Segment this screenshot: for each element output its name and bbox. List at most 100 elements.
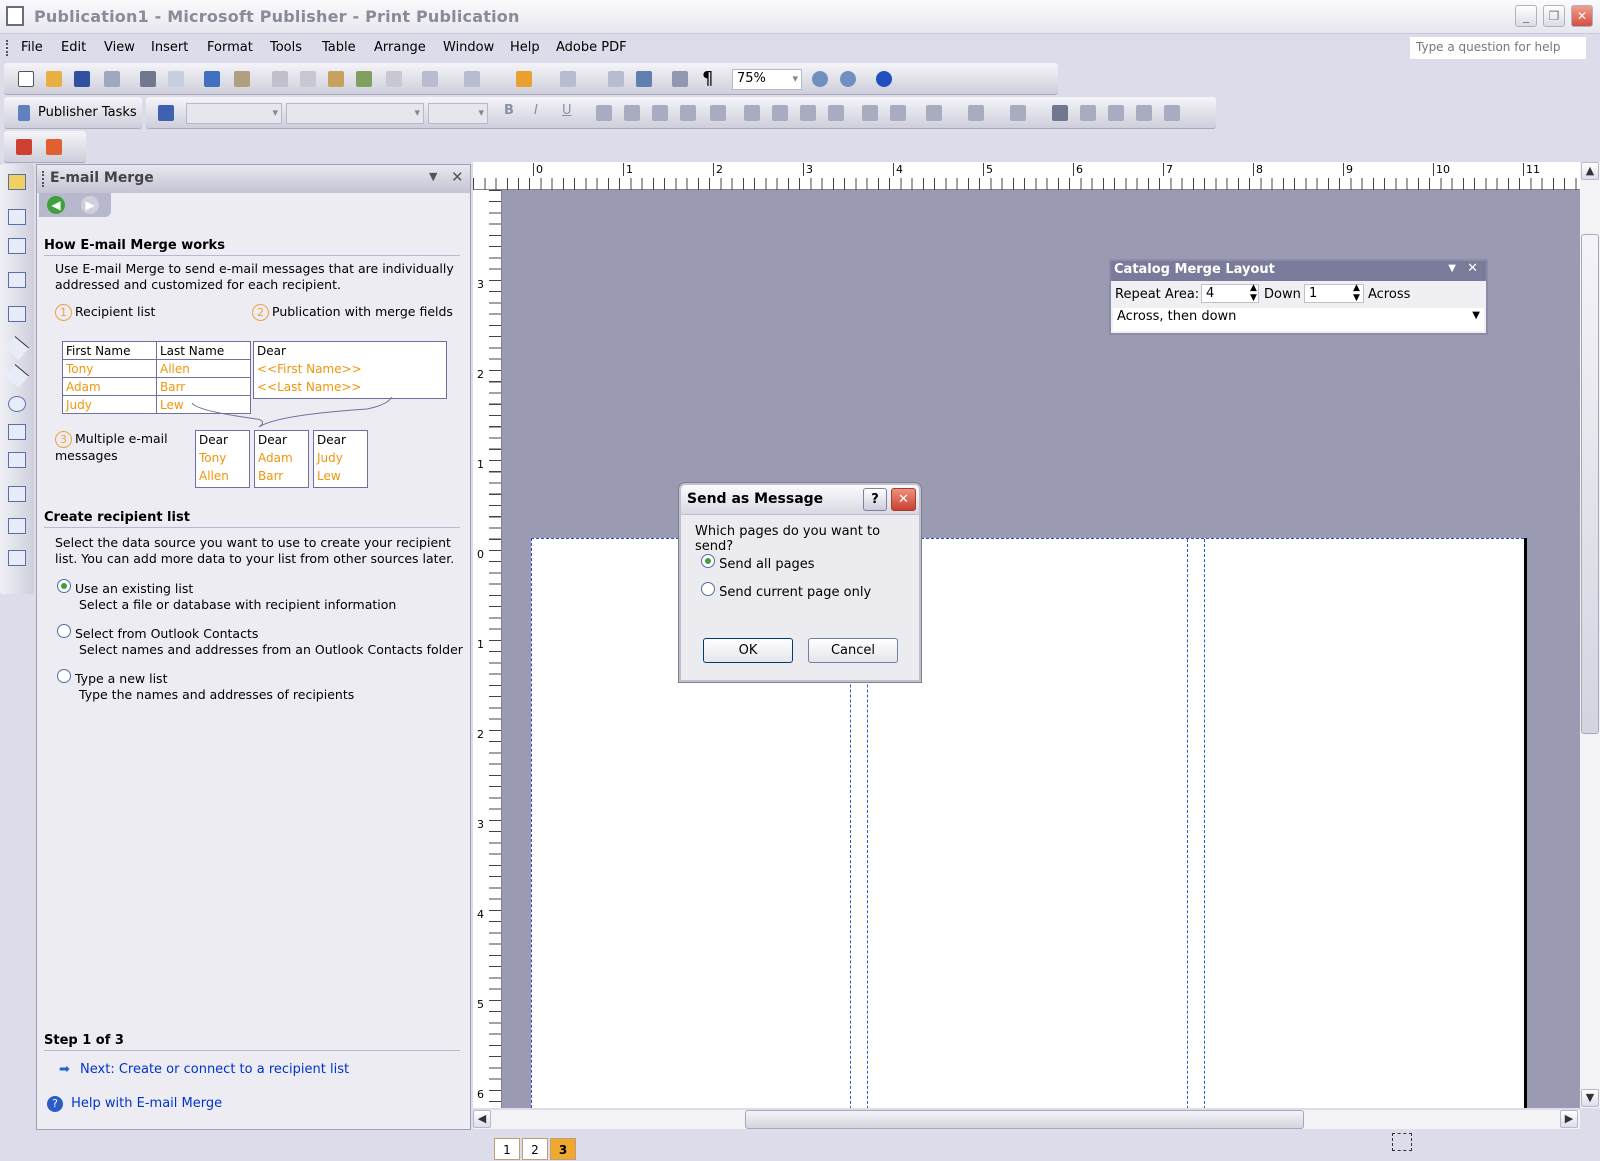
- pane-menu-dropdown[interactable]: ▼: [429, 170, 437, 183]
- across-spinner[interactable]: ▲ ▼: [1353, 283, 1360, 303]
- menu-view[interactable]: View: [104, 40, 135, 55]
- pdf-email-icon[interactable]: [46, 139, 62, 155]
- insert-object-icon[interactable]: [356, 71, 372, 87]
- radio-new-list[interactable]: [57, 669, 71, 683]
- vertical-ruler[interactable]: 3 2 1 0 1 2 3 4 5 6: [473, 190, 502, 1108]
- spelling-icon[interactable]: [204, 71, 220, 87]
- rotate-icon[interactable]: [560, 71, 576, 87]
- grip-handle[interactable]: [6, 40, 9, 56]
- option-outlook-contacts[interactable]: Select from Outlook Contacts: [57, 624, 258, 642]
- oval-icon[interactable]: [8, 396, 26, 412]
- menu-edit[interactable]: Edit: [61, 40, 86, 55]
- align-right-icon[interactable]: [652, 105, 668, 121]
- columns-icon[interactable]: [672, 71, 688, 87]
- scroll-right-button[interactable]: ▶: [1560, 1110, 1578, 1128]
- save-icon[interactable]: [74, 71, 90, 87]
- font-size-select[interactable]: [428, 103, 488, 124]
- increase-indent-icon[interactable]: [828, 105, 844, 121]
- arrow-style-icon[interactable]: [1108, 105, 1124, 121]
- italic-icon[interactable]: I: [534, 103, 538, 118]
- scroll-up-button[interactable]: ▲: [1581, 162, 1599, 180]
- menu-help[interactable]: Help: [510, 40, 540, 55]
- cancel-button[interactable]: Cancel: [808, 638, 898, 663]
- autoshapes-icon[interactable]: [8, 452, 26, 468]
- help-icon[interactable]: [876, 71, 892, 87]
- style-select[interactable]: [186, 103, 282, 124]
- minimize-button[interactable]: _: [1515, 5, 1537, 27]
- insert-table-icon[interactable]: [8, 238, 26, 254]
- picture-frame-icon[interactable]: [8, 306, 26, 322]
- 3d-style-icon[interactable]: [1164, 105, 1180, 121]
- convert-to-pdf-icon[interactable]: [16, 139, 32, 155]
- option-send-all[interactable]: Send all pages: [701, 554, 815, 572]
- decrease-font-icon[interactable]: [862, 105, 878, 121]
- fill-color-icon[interactable]: [926, 105, 942, 121]
- line-icon[interactable]: [4, 336, 30, 360]
- line-style-icon[interactable]: [1052, 105, 1068, 121]
- menu-file[interactable]: File: [21, 40, 43, 55]
- vertical-scrollbar[interactable]: ▲ ▼: [1580, 162, 1600, 1108]
- menu-tools[interactable]: Tools: [270, 40, 302, 55]
- scroll-left-button[interactable]: ◀: [473, 1110, 491, 1128]
- option-existing-list[interactable]: Use an existing list: [57, 579, 193, 597]
- find-icon[interactable]: [636, 71, 652, 87]
- menu-table[interactable]: Table: [322, 40, 356, 55]
- shadow-style-icon[interactable]: [1136, 105, 1152, 121]
- numbering-icon[interactable]: [744, 105, 760, 121]
- page-tab-3[interactable]: 3: [550, 1138, 576, 1160]
- horizontal-scroll-thumb[interactable]: [745, 1110, 1304, 1129]
- restore-button[interactable]: ❐: [1543, 5, 1565, 27]
- radio-send-all[interactable]: [701, 554, 715, 568]
- print-preview-icon[interactable]: [168, 71, 184, 87]
- arrow-icon[interactable]: [4, 364, 30, 388]
- help-merge[interactable]: ? Help with E-mail Merge: [47, 1096, 222, 1112]
- menu-adobe-pdf[interactable]: Adobe PDF: [556, 40, 627, 55]
- align-center-icon[interactable]: [624, 105, 640, 121]
- down-spinner[interactable]: ▲ ▼: [1250, 283, 1257, 303]
- justify-icon[interactable]: [680, 105, 696, 121]
- underline-icon[interactable]: U: [562, 103, 572, 118]
- forward-icon[interactable]: ▶: [81, 196, 99, 214]
- font-select[interactable]: [286, 103, 424, 124]
- decrease-indent-icon[interactable]: [800, 105, 816, 121]
- help-link[interactable]: Help with E-mail Merge: [71, 1096, 222, 1111]
- print-icon[interactable]: [140, 71, 156, 87]
- line-spacing-icon[interactable]: [710, 105, 726, 121]
- help-search-input[interactable]: Type a question for help: [1410, 37, 1586, 59]
- wordart-icon[interactable]: [8, 272, 26, 288]
- increase-font-icon[interactable]: [890, 105, 906, 121]
- zoom-select[interactable]: 75%: [732, 69, 802, 90]
- grip-handle[interactable]: [42, 171, 45, 187]
- pilcrow-icon[interactable]: ¶: [702, 68, 713, 89]
- option-new-list[interactable]: Type a new list: [57, 669, 167, 687]
- dialog-help-button[interactable]: ?: [863, 488, 887, 511]
- styles-icon[interactable]: [158, 105, 174, 121]
- pane-close-icon[interactable]: ✕: [451, 168, 464, 186]
- line-color-icon[interactable]: [968, 105, 984, 121]
- radio-existing-list[interactable]: [57, 579, 71, 593]
- open-icon[interactable]: [46, 71, 62, 87]
- menu-window[interactable]: Window: [443, 40, 494, 55]
- align-left-icon[interactable]: [596, 105, 612, 121]
- page-tab-2[interactable]: 2: [522, 1138, 548, 1160]
- bring-to-front-icon[interactable]: [516, 71, 532, 87]
- ok-button[interactable]: OK: [703, 638, 793, 663]
- font-color-icon[interactable]: [1010, 105, 1026, 121]
- rectangle-icon[interactable]: [8, 424, 26, 440]
- radio-outlook-contacts[interactable]: [57, 624, 71, 638]
- hyperlink-icon[interactable]: [608, 71, 624, 87]
- publisher-tasks-button[interactable]: Publisher Tasks: [38, 105, 137, 120]
- back-icon[interactable]: ◀: [47, 196, 65, 214]
- design-gallery-icon[interactable]: [8, 518, 26, 534]
- new-icon[interactable]: [18, 71, 34, 87]
- redo-icon[interactable]: [464, 71, 480, 87]
- copy-icon[interactable]: [300, 71, 316, 87]
- next-step[interactable]: ➡ Next: Create or connect to a recipient…: [59, 1062, 349, 1077]
- catalog-close-icon[interactable]: ✕: [1467, 261, 1478, 276]
- select-objects-icon[interactable]: [8, 174, 26, 190]
- undo-icon[interactable]: [422, 71, 438, 87]
- zoom-in-icon[interactable]: [840, 71, 856, 87]
- bullets-icon[interactable]: [772, 105, 788, 121]
- clip-art-icon[interactable]: [8, 550, 26, 566]
- dash-style-icon[interactable]: [1080, 105, 1096, 121]
